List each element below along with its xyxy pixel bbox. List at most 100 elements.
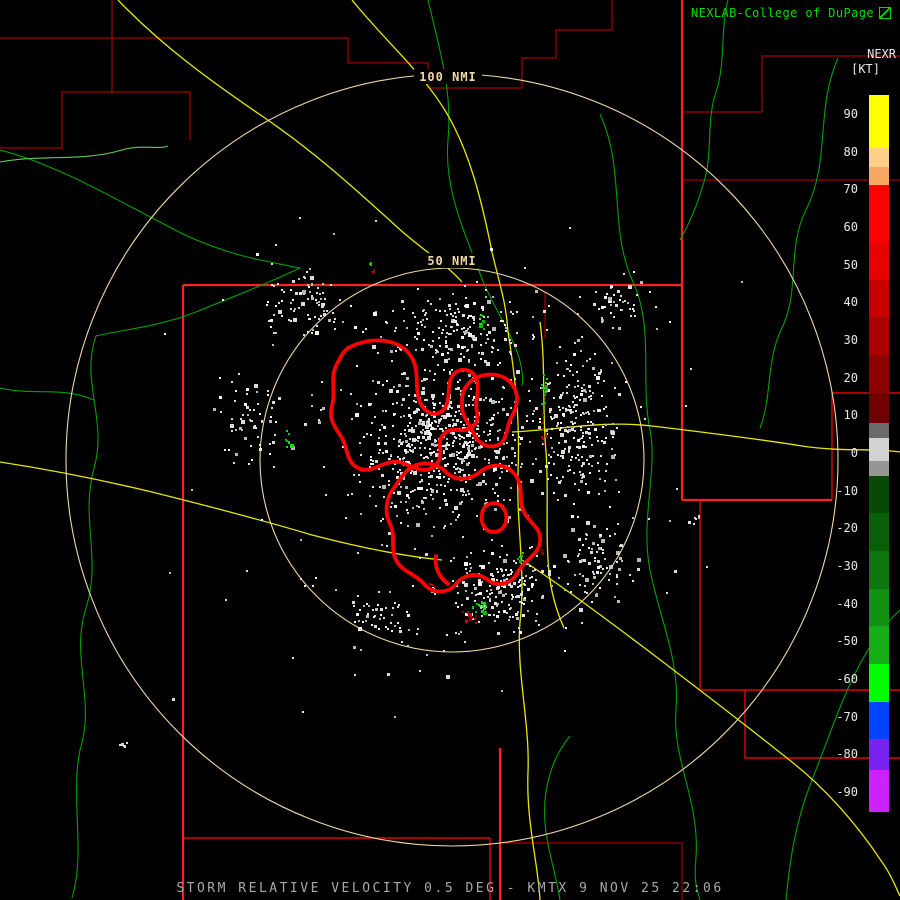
echo-pixel xyxy=(395,327,397,329)
echo-pixel xyxy=(444,457,446,459)
echo-pixel xyxy=(468,431,470,433)
echo-pixel xyxy=(545,433,547,435)
echo-pixel xyxy=(520,437,523,440)
echo-pixel xyxy=(469,563,471,565)
echo-pixel xyxy=(541,552,544,555)
echo-pixel xyxy=(269,420,272,423)
echo-pixel xyxy=(370,263,372,265)
echo-pixel xyxy=(439,473,441,475)
echo-pixel xyxy=(240,418,242,420)
colorbar-tick-label: 80 xyxy=(843,144,858,159)
echo-pixel xyxy=(581,387,583,389)
echo-pixel xyxy=(482,309,484,311)
echo-pixel xyxy=(411,427,413,429)
echo-pixel xyxy=(427,457,429,459)
echo-pixel xyxy=(467,317,469,319)
echo-pixel xyxy=(648,518,650,520)
echo-pixel xyxy=(386,380,388,382)
echo-pixel xyxy=(604,306,606,308)
echo-pixel xyxy=(603,380,605,382)
echo-pixel xyxy=(458,514,460,516)
echo-pixel xyxy=(484,360,487,363)
echo-pixel xyxy=(613,294,615,296)
echo-pixel xyxy=(520,593,523,596)
echo-pixel xyxy=(394,716,396,718)
echo-pixel xyxy=(242,414,244,416)
echo-pixel xyxy=(267,390,269,392)
echo-pixel xyxy=(565,410,567,412)
echo-pixel xyxy=(419,481,421,483)
echo-pixel xyxy=(550,416,552,418)
echo-pixel xyxy=(473,584,475,586)
echo-pixel xyxy=(601,317,603,319)
echo-pixel xyxy=(455,463,457,465)
echo-pixel xyxy=(421,500,423,502)
echo-pixel xyxy=(270,319,273,322)
echo-pixel xyxy=(433,451,435,453)
echo-pixel xyxy=(497,412,499,414)
echo-pixel xyxy=(388,480,390,482)
echo-pixel xyxy=(455,388,457,390)
echo-pixel xyxy=(529,577,531,579)
echo-pixel xyxy=(459,438,461,440)
echo-pixel xyxy=(457,381,459,383)
echo-pixel xyxy=(429,583,431,585)
echo-pixel xyxy=(515,464,517,466)
echo-pixel xyxy=(219,396,222,399)
echo-pixel xyxy=(444,485,446,487)
echo-pixel xyxy=(456,468,458,470)
echo-pixel xyxy=(332,312,334,314)
echo-pixel xyxy=(511,462,513,464)
echo-pixel xyxy=(466,463,469,466)
echo-pixel xyxy=(471,454,475,458)
echo-pixel xyxy=(590,551,593,554)
echo-pixel xyxy=(451,407,453,409)
echo-pixel xyxy=(590,395,592,397)
echo-pixel xyxy=(431,443,434,446)
echo-pixel xyxy=(497,349,499,351)
echo-pixel xyxy=(510,407,512,409)
echo-pixel xyxy=(249,409,251,411)
echo-pixel xyxy=(465,494,467,496)
echo-pixel xyxy=(499,477,501,479)
echo-pixel xyxy=(581,465,583,467)
echo-pixel xyxy=(425,513,427,515)
echo-pixel xyxy=(464,285,466,287)
echo-pixel xyxy=(562,413,565,416)
echo-pixel xyxy=(375,220,377,222)
echo-pixel xyxy=(392,468,394,470)
echo-pixel xyxy=(596,551,598,553)
echo-pixel xyxy=(126,742,128,744)
echo-pixel xyxy=(583,441,585,443)
echo-pixel xyxy=(611,431,615,435)
echo-pixel xyxy=(360,405,362,407)
echo-pixel xyxy=(422,429,424,431)
echo-pixel xyxy=(558,481,561,484)
echo-pixel xyxy=(586,360,588,362)
echo-pixel xyxy=(407,525,409,527)
echo-pixel xyxy=(304,585,306,587)
echo-pixel xyxy=(272,344,274,346)
echo-pixel xyxy=(235,429,237,431)
echo-pixel xyxy=(605,437,607,439)
echo-pixel xyxy=(579,296,581,298)
echo-pixel xyxy=(290,444,294,448)
echo-pixel xyxy=(509,499,511,501)
echo-pixel xyxy=(633,310,635,312)
echo-pixel xyxy=(172,698,175,701)
echo-pixel xyxy=(580,414,582,416)
colorbar-segment xyxy=(869,626,889,665)
echo-pixel xyxy=(169,572,171,574)
echo-pixel xyxy=(741,281,743,283)
echo-pixel xyxy=(447,481,449,483)
echo-pixel xyxy=(244,437,247,440)
echo-pixel xyxy=(404,429,406,431)
echo-pixel xyxy=(290,308,292,310)
echo-pixel xyxy=(474,600,476,602)
echo-pixel xyxy=(311,295,313,297)
echo-pixel xyxy=(550,437,552,439)
echo-pixel xyxy=(463,424,465,426)
echo-pixel xyxy=(384,442,387,445)
echo-pixel xyxy=(563,554,567,558)
echo-pixel xyxy=(249,419,251,421)
